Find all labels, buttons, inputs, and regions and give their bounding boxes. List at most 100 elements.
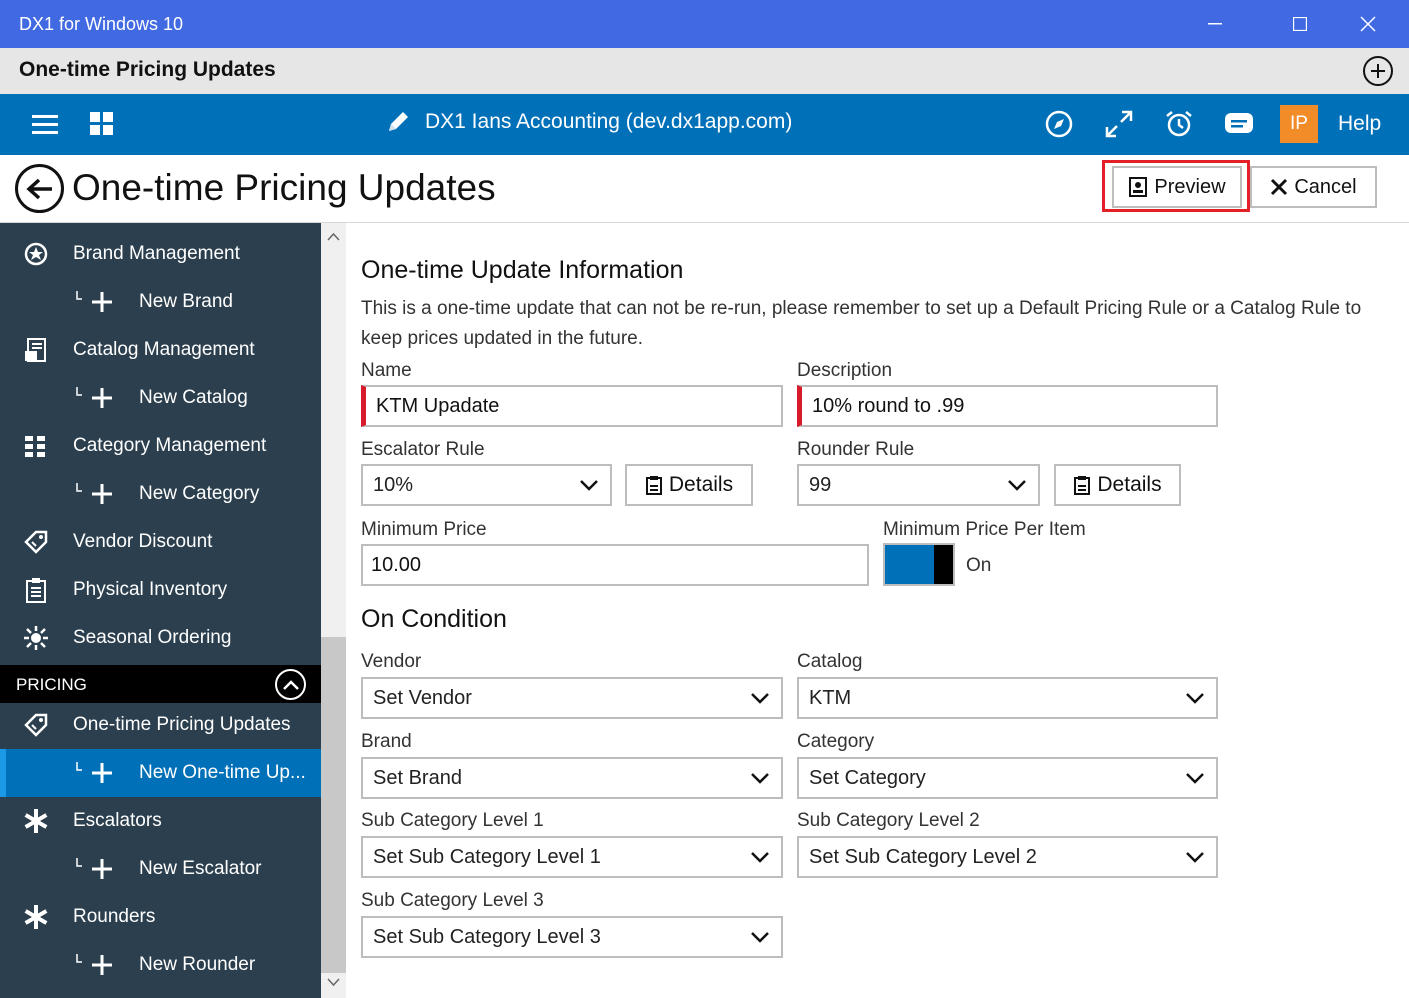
arrow-left-icon [25, 178, 52, 199]
toggle-knob [934, 545, 953, 584]
fullscreen-button[interactable] [1103, 108, 1135, 140]
escalator-details-button[interactable]: Details [625, 464, 753, 506]
top-navbar: DX1 Ians Accounting (dev.dx1app.com) IP … [0, 94, 1409, 155]
maximize-icon [1293, 17, 1307, 31]
category-label: Category [797, 731, 875, 752]
sidebar-item-catalog-management[interactable]: Catalog Management [0, 326, 321, 374]
pricing-section-label: PRICING [16, 675, 87, 694]
sun-icon [22, 626, 50, 650]
add-icon [74, 386, 118, 410]
sidebar-item-vendor-discount[interactable]: Vendor Discount [0, 518, 321, 566]
chevron-down-icon [751, 932, 769, 943]
app-title: One-time Pricing Updates [19, 58, 276, 81]
grid-icon [90, 112, 113, 135]
window-title: DX1 for Windows 10 [19, 14, 184, 34]
active-indicator [0, 749, 6, 797]
sidebar-item-new-catalog[interactable]: New Catalog [0, 374, 321, 422]
close-icon [1271, 178, 1288, 196]
scrollbar-thumb[interactable] [321, 637, 346, 973]
pencil-icon [389, 112, 408, 131]
sidebar: Brand Management New Brand Catalog Manag… [0, 223, 321, 998]
help-link[interactable]: Help [1338, 112, 1381, 136]
expand-icon [1105, 110, 1133, 138]
company-selector[interactable]: DX1 Ians Accounting (dev.dx1app.com) [385, 109, 792, 135]
tag-icon [22, 530, 50, 554]
sub-category-1-label: Sub Category Level 1 [361, 810, 544, 831]
category-select[interactable]: Set Category [797, 757, 1218, 799]
chevron-down-icon [1186, 693, 1204, 704]
apps-button[interactable] [88, 108, 116, 140]
clipboard-icon [645, 476, 662, 495]
sidebar-item-new-one-time-update[interactable]: New One-time Up... [0, 749, 321, 797]
chevron-down-icon [1186, 773, 1204, 784]
description-label: Description [797, 360, 893, 381]
catalog-select[interactable]: KTM [797, 677, 1218, 719]
min-price-per-item-toggle[interactable] [883, 543, 955, 586]
brand-icon [22, 242, 50, 266]
alarm-clock-icon [1166, 111, 1192, 137]
minimum-price-label: Minimum Price [361, 519, 487, 540]
page-title: One-time Pricing Updates [72, 167, 496, 208]
plus-icon [1371, 64, 1385, 78]
minimum-price-field[interactable]: 10.00 [361, 544, 869, 586]
cancel-label: Cancel [1294, 175, 1357, 198]
sub-category-3-label: Sub Category Level 3 [361, 890, 544, 911]
messages-button[interactable] [1223, 108, 1255, 140]
close-icon [1360, 16, 1376, 32]
vendor-select[interactable]: Set Vendor [361, 677, 783, 719]
sidebar-item-new-escalator[interactable]: New Escalator [0, 845, 321, 893]
back-button[interactable] [15, 164, 64, 213]
escalator-rule-label: Escalator Rule [361, 439, 485, 460]
alarm-button[interactable] [1163, 108, 1195, 140]
brand-select[interactable]: Set Brand [361, 757, 783, 799]
cancel-button[interactable]: Cancel [1250, 166, 1377, 208]
add-icon [74, 290, 118, 314]
escalator-rule-select[interactable]: 10% [361, 464, 612, 506]
minimize-icon [1208, 23, 1222, 25]
rounder-rule-select[interactable]: 99 [797, 464, 1040, 506]
add-tab-button[interactable] [1363, 56, 1393, 86]
asterisk-icon [22, 809, 50, 833]
sub-category-3-select[interactable]: Set Sub Category Level 3 [361, 916, 783, 958]
sidebar-item-physical-inventory[interactable]: Physical Inventory [0, 566, 321, 614]
sidebar-item-seasonal-ordering[interactable]: Seasonal Ordering [0, 614, 321, 662]
compass-icon [1045, 110, 1073, 138]
name-field[interactable]: KTM Upadate [361, 385, 783, 427]
sidebar-item-rounders[interactable]: Rounders [0, 893, 321, 941]
rounder-details-button[interactable]: Details [1054, 464, 1181, 506]
pricing-section-header[interactable]: PRICING [0, 665, 321, 703]
menu-button[interactable] [30, 108, 60, 140]
sidebar-item-new-brand[interactable]: New Brand [0, 278, 321, 326]
rounder-rule-label: Rounder Rule [797, 439, 915, 460]
tag-icon [22, 713, 50, 737]
form-description: This is a one-time update that can not b… [361, 298, 1362, 349]
section-title-on-condition: On Condition [361, 605, 507, 633]
chevron-down-icon [751, 693, 769, 704]
sidebar-item-new-rounder[interactable]: New Rounder [0, 941, 321, 989]
chevron-down-icon [1008, 480, 1026, 491]
compass-button[interactable] [1044, 108, 1074, 140]
sub-category-1-select[interactable]: Set Sub Category Level 1 [361, 836, 783, 878]
sidebar-scrollbar[interactable] [321, 223, 346, 998]
main-form: One-time Update Information This is a on… [346, 223, 1409, 998]
sub-category-2-select[interactable]: Set Sub Category Level 2 [797, 836, 1218, 878]
chevron-down-icon [580, 480, 598, 491]
catalog-label: Catalog [797, 651, 863, 672]
clipboard-icon [1074, 476, 1091, 495]
user-avatar[interactable]: IP [1280, 105, 1318, 143]
sidebar-item-one-time-pricing-updates[interactable]: One-time Pricing Updates [0, 701, 321, 749]
sidebar-item-brand-management[interactable]: Brand Management [0, 230, 321, 278]
hamburger-icon [32, 115, 58, 134]
sidebar-item-category-management[interactable]: Category Management [0, 422, 321, 470]
sidebar-item-new-category[interactable]: New Category [0, 470, 321, 518]
sidebar-item-escalators[interactable]: Escalators [0, 797, 321, 845]
close-window-button[interactable] [1348, 10, 1388, 38]
minimize-button[interactable] [1195, 10, 1235, 38]
company-name: DX1 Ians Accounting (dev.dx1app.com) [425, 110, 793, 133]
category-icon [22, 434, 50, 458]
maximize-button[interactable] [1280, 10, 1320, 38]
chevron-down-icon [751, 852, 769, 863]
section-title-update-info: One-time Update Information [361, 256, 684, 284]
chevron-up-icon[interactable] [275, 669, 306, 700]
description-field[interactable]: 10% round to .99 [797, 385, 1218, 427]
